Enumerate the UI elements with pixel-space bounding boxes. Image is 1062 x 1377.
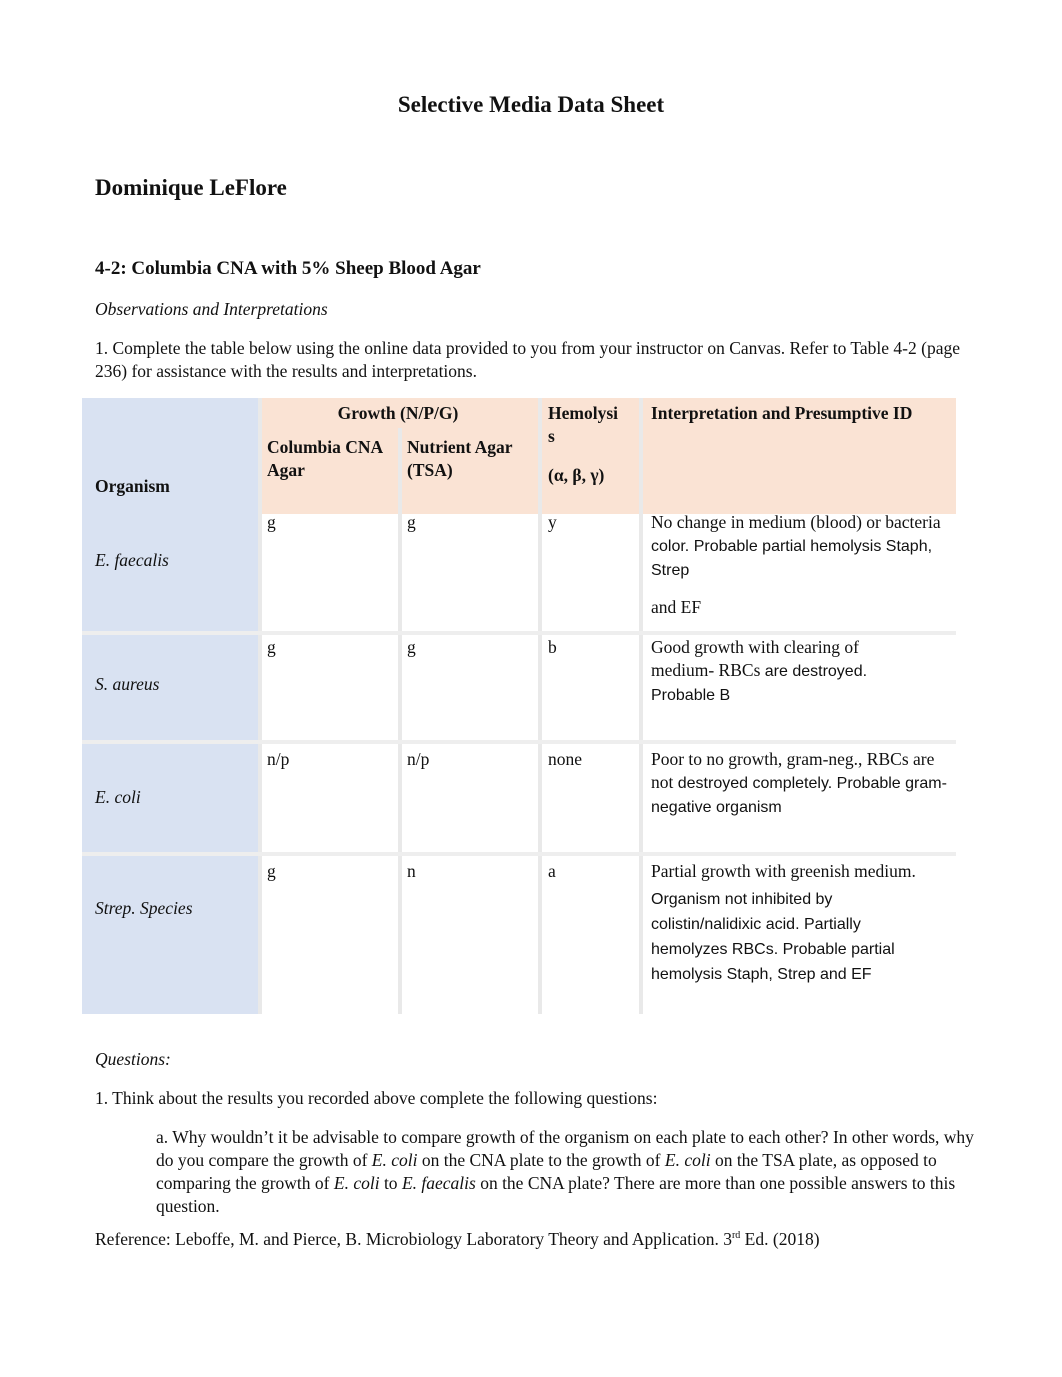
header-growth-group: Growth (N/P/G) [337,403,459,423]
header-hemolysis: Hemolysi s (α, β, γ) [548,402,638,487]
interpretation-cell: No change in medium (blood) or bacteria … [651,511,951,619]
questions-heading: Questions: [95,1049,171,1069]
tsa-growth-cell: n/p [407,749,430,769]
question-text: on the CNA plate to the growth of [417,1150,665,1170]
header-cna-agar: Columbia CNA Agar [267,437,383,480]
interpretation-text-extra: and EF [651,597,702,617]
header-hemolysis-line2: s [548,426,555,446]
interpretation-text-sans: destroyed completely. Probable gram-nega… [651,775,947,816]
cna-growth-cell: g [267,861,276,881]
question-1: 1. Think about the results you recorded … [95,1088,658,1108]
organism-cell: Strep. Species [95,898,193,918]
results-table: Growth (N/P/G) Columbia CNA Agar Nutrien… [82,398,956,1014]
header-nutrient-agar: Nutrient Agar (TSA) [407,437,513,480]
tsa-growth-cell: n [407,861,416,881]
organism-cell: E. faecalis [95,550,169,570]
organism-name: E. coli [371,1150,418,1170]
cna-growth-cell: g [267,512,276,532]
organism-cell: S. aureus [95,674,160,694]
hemolysis-cell: none [548,749,583,769]
header-interpretation: Interpretation and Presumptive ID [651,403,913,423]
interpretation-text-serif: Partial growth with greenish medium. [651,861,916,881]
header-hemolysis-line1: Hemolysi [548,403,618,423]
organism-name: E. coli [664,1150,711,1170]
hemolysis-cell: b [548,637,557,657]
tsa-growth-cell: g [407,512,416,532]
reference-citation: Reference: Leboffe, M. and Pierce, B. Mi… [95,1229,820,1250]
organism-name: E. coli [333,1173,380,1193]
instruction-text: 1. Complete the table below using the on… [95,338,960,381]
interpretation-cell: Good growth with clearing of medium- RBC… [651,636,921,707]
hemolysis-cell: y [548,512,557,532]
header-organism: Organism [95,476,170,496]
tsa-growth-cell: g [407,637,416,657]
document-title: Selective Media Data Sheet [397,92,665,117]
cna-growth-cell: g [267,637,276,657]
interpretation-text-sans: color. Probable partial hemolysis Staph,… [651,538,933,579]
organism-cell: E. coli [95,787,141,807]
interpretation-cell: Poor to no growth, gram-neg., RBCs are n… [651,748,951,819]
cna-growth-cell: n/p [267,749,290,769]
interpretation-cell: Partial growth with greenish medium. Org… [651,860,951,987]
question-text: to [379,1173,402,1193]
student-name: Dominique LeFlore [95,175,287,200]
reference-text-suffix: Ed. (2018) [740,1229,820,1249]
interpretation-text-serif: No change in medium (blood) or bacteria [651,512,941,532]
reference-text: Reference: Leboffe, M. and Pierce, B. Mi… [95,1229,732,1249]
section-heading: 4-2: Columbia CNA with 5% Sheep Blood Ag… [95,258,481,279]
interpretation-text-sans: Organism not inhibited by colistin/nalid… [651,891,895,983]
hemolysis-cell: a [548,861,556,881]
observations-heading: Observations and Interpretations [95,299,328,319]
header-hemolysis-symbols: (α, β, γ) [548,465,605,485]
organism-name: E. faecalis [401,1173,476,1193]
question-1a: a. Why wouldn’t it be advisable to compa… [156,1126,976,1218]
